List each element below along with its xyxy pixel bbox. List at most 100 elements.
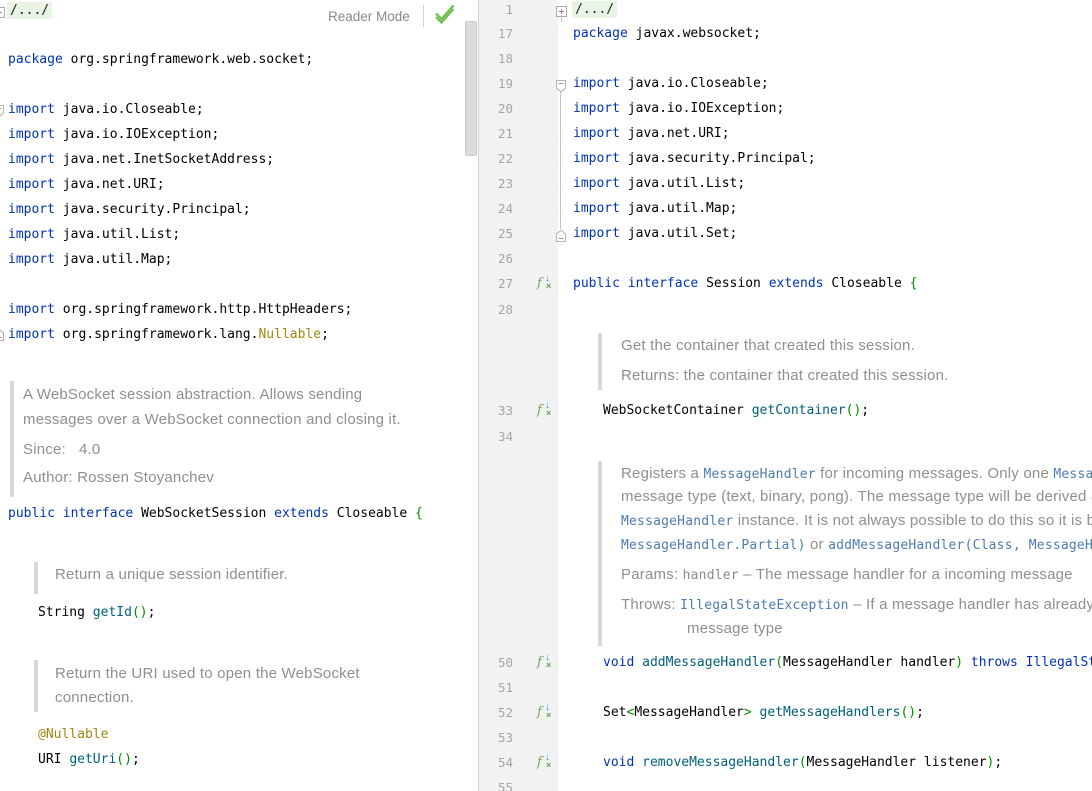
code-token[interactable]: import	[573, 151, 620, 166]
code-token[interactable]: ;	[132, 752, 140, 767]
line-number[interactable]: 19	[479, 72, 513, 96]
code-line[interactable]: public interface WebSocketSession extend…	[8, 502, 423, 526]
code-token[interactable]	[963, 655, 971, 670]
code-token[interactable]: import	[8, 227, 55, 242]
fold-end-icon[interactable]	[0, 327, 5, 346]
line-number[interactable]: 25	[479, 222, 513, 246]
code-token[interactable]: javax.websocket;	[628, 26, 761, 41]
code-token[interactable]: java.util.Map;	[55, 252, 173, 267]
implemented-method-icon[interactable]: f ↓ ×	[537, 652, 554, 672]
fold-start-icon[interactable]	[0, 103, 5, 122]
code-token[interactable]: >	[744, 705, 752, 720]
code-token[interactable]: )	[955, 655, 963, 670]
fold-plus-icon[interactable]	[0, 4, 6, 23]
code-token[interactable]: void	[603, 655, 634, 670]
code-token[interactable]: getMessageHandlers	[760, 705, 901, 720]
code-token[interactable]: interface	[63, 506, 133, 521]
code-token[interactable]: java.net.InetSocketAddress;	[55, 152, 274, 167]
code-line[interactable]: package javax.websocket;	[573, 22, 761, 46]
line-number[interactable]: 53	[479, 726, 513, 750]
code-token[interactable]: package	[573, 26, 628, 41]
code-token[interactable]: import	[8, 327, 55, 342]
right-editor-panel[interactable]: /.../ package javax.websocket; import java…	[558, 0, 1092, 791]
line-number[interactable]: 1	[479, 0, 513, 22]
code-line[interactable]: import java.security.Principal;	[573, 147, 816, 171]
code-line[interactable]: URI getUri();	[38, 748, 140, 772]
code-token[interactable]: ;	[994, 755, 1002, 770]
code-token[interactable]: interface	[628, 276, 698, 291]
left-editor-scrollbar-thumb[interactable]	[465, 21, 477, 156]
code-line[interactable]: import java.net.InetSocketAddress;	[8, 148, 274, 172]
line-number[interactable]: 22	[479, 147, 513, 171]
code-token[interactable]: import	[8, 202, 55, 217]
code-token[interactable]: java.util.Set;	[620, 226, 738, 241]
code-token[interactable]: (	[775, 655, 783, 670]
code-token[interactable]: MessageHandler handler	[783, 655, 955, 670]
code-token[interactable]: /.../	[7, 2, 53, 19]
code-token[interactable]	[620, 276, 628, 291]
code-token[interactable]: java.net.URI;	[620, 126, 730, 141]
code-token[interactable]: throws	[971, 655, 1018, 670]
line-number[interactable]: 54	[479, 751, 513, 775]
code-token[interactable]: org.springframework.web.socket;	[63, 52, 314, 67]
code-token[interactable]: import	[8, 102, 55, 117]
code-token[interactable]: /.../	[572, 1, 618, 18]
code-token[interactable]: java.io.Closeable;	[55, 102, 204, 117]
code-token[interactable]: MessageHandler listener	[807, 755, 987, 770]
code-token[interactable]: IllegalStateException;	[1026, 655, 1092, 670]
code-token[interactable]: ;	[916, 705, 924, 720]
implemented-method-icon[interactable]: f ↓ ×	[537, 400, 554, 420]
code-token[interactable]: java.util.List;	[55, 227, 180, 242]
code-token[interactable]	[634, 655, 642, 670]
code-token[interactable]: import	[8, 252, 55, 267]
code-token[interactable]: public	[8, 506, 55, 521]
code-line[interactable]: import java.util.Set;	[573, 222, 737, 246]
code-token[interactable]: {	[415, 506, 423, 521]
code-token[interactable]	[752, 705, 760, 720]
code-token[interactable]: extends	[274, 506, 329, 521]
code-line[interactable]: import java.io.IOException;	[8, 123, 219, 147]
line-number[interactable]: 51	[479, 676, 513, 700]
implemented-method-icon[interactable]: f ↓ ×	[537, 702, 554, 722]
code-line[interactable]: import java.io.Closeable;	[8, 98, 204, 122]
line-number[interactable]: 34	[479, 425, 513, 449]
code-token[interactable]: Set	[603, 705, 626, 720]
code-line[interactable]: public interface Session extends Closeab…	[573, 272, 917, 296]
code-token[interactable]: ()	[900, 705, 916, 720]
code-token[interactable]: ;	[861, 403, 869, 418]
code-line[interactable]: import java.net.URI;	[573, 122, 730, 146]
code-token[interactable]: java.util.Map;	[620, 201, 738, 216]
code-line[interactable]: void addMessageHandler(MessageHandler ha…	[603, 651, 1092, 675]
line-number[interactable]: 33	[479, 399, 513, 423]
code-token[interactable]: org.springframework.http.HttpHeaders;	[55, 302, 353, 317]
code-line[interactable]: package org.springframework.web.socket;	[8, 48, 313, 72]
code-token[interactable]: ;	[321, 327, 329, 342]
code-token[interactable]: getUri	[69, 752, 116, 767]
code-token[interactable]: MessageHandler	[634, 705, 744, 720]
code-line[interactable]: /.../	[572, 0, 618, 22]
code-line[interactable]: import java.io.Closeable;	[573, 72, 769, 96]
code-line[interactable]: import java.security.Principal;	[8, 198, 251, 222]
line-number[interactable]: 20	[479, 97, 513, 121]
code-token[interactable]: java.security.Principal;	[55, 202, 251, 217]
fold-plus-icon[interactable]	[556, 3, 568, 22]
code-token[interactable]: import	[573, 226, 620, 241]
code-line[interactable]: import java.util.Map;	[573, 197, 737, 221]
code-token[interactable]: URI	[38, 752, 69, 767]
code-token[interactable]: ;	[148, 605, 156, 620]
code-token[interactable]: removeMessageHandler	[642, 755, 799, 770]
code-token[interactable]: org.springframework.lang.	[55, 327, 259, 342]
left-editor-panel[interactable]: /.../ package org.springframework.web.soc…	[0, 0, 464, 791]
code-token[interactable]: Closeable	[329, 506, 415, 521]
code-line[interactable]: void removeMessageHandler(MessageHandler…	[603, 751, 1002, 775]
code-line[interactable]: String getId();	[38, 601, 155, 625]
code-token[interactable]: Closeable	[824, 276, 910, 291]
code-token[interactable]: java.io.IOException;	[620, 101, 785, 116]
fold-start-icon[interactable]	[555, 78, 567, 97]
code-line[interactable]: /.../	[7, 0, 53, 23]
code-token[interactable]: import	[573, 176, 620, 191]
code-token[interactable]: import	[8, 152, 55, 167]
code-token[interactable]: java.security.Principal;	[620, 151, 816, 166]
code-token[interactable]: import	[8, 127, 55, 142]
code-token[interactable]: WebSocketContainer	[603, 403, 752, 418]
